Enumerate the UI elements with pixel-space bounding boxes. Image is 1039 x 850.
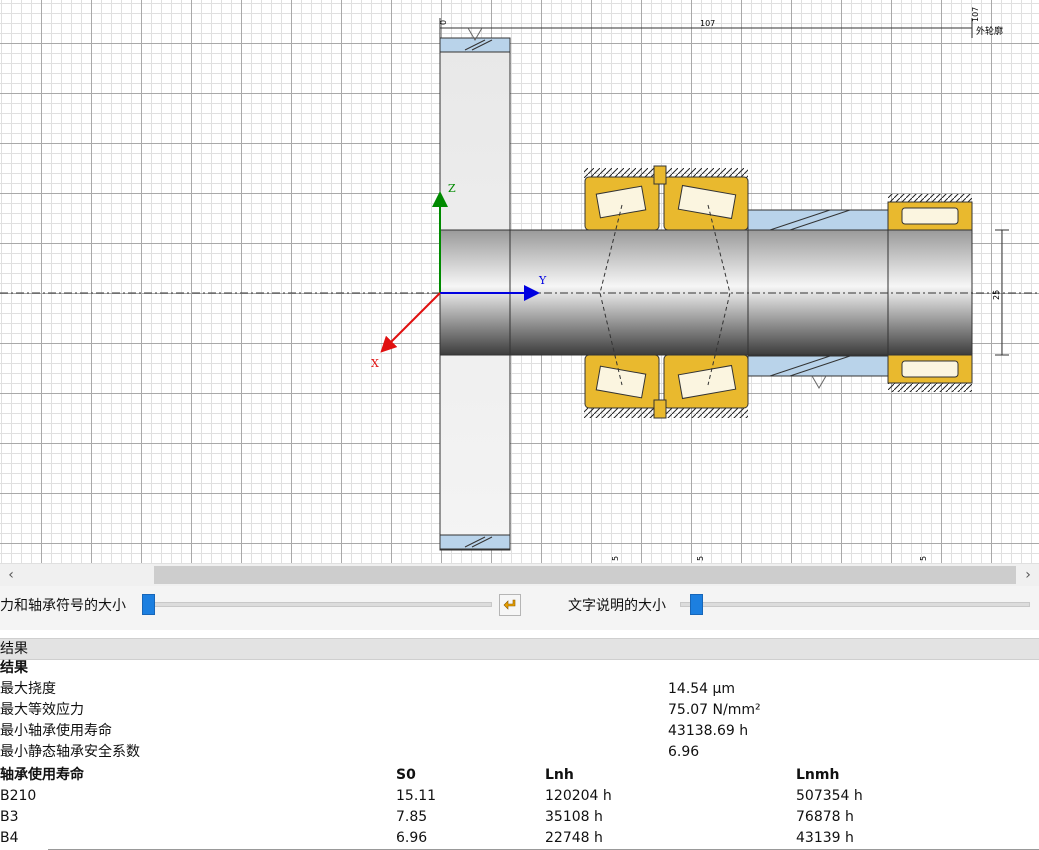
table-cell: B3 — [0, 809, 19, 825]
bottom-mark: 5 — [611, 556, 620, 561]
table-row: B4 6.96 22748 h 43139 h — [0, 828, 1039, 849]
summary-title: 结果 — [0, 660, 28, 676]
life-table-header-cell: Lnmh — [796, 767, 840, 783]
force-symbol-size-knob[interactable] — [142, 594, 155, 615]
life-table-header-cell: S0 — [396, 767, 416, 783]
summary-value: 75.07 N/mm² — [668, 702, 761, 718]
life-table-header-cell: 轴承使用寿命 — [0, 767, 84, 783]
z-axis-label: Z — [448, 182, 456, 195]
table-cell: 120204 h — [545, 788, 612, 804]
table-cell: 6.96 — [396, 830, 428, 846]
scroll-thumb[interactable] — [154, 566, 1016, 584]
dim-right-value-label: 25 — [992, 290, 1001, 300]
shaft-drawing-canvas[interactable]: 0 107 107 外轮廓 25 Z Y X 5 5 5 — [0, 0, 1039, 563]
summary-value: 6.96 — [668, 744, 700, 760]
scroll-left-icon[interactable]: ‹ — [2, 564, 20, 586]
bottom-mark: 5 — [919, 556, 928, 561]
table-cell: B4 — [0, 830, 19, 846]
dim-top-value-label: 107 — [700, 19, 715, 28]
summary-label: 最大等效应力 — [0, 702, 84, 718]
shaft-drawing: 0 107 107 外轮廓 25 Z Y X 5 5 5 — [0, 7, 1039, 561]
table-cell: 43139 h — [796, 830, 854, 846]
life-table-header: 轴承使用寿命 S0 Lnh Lnmh — [0, 765, 1039, 786]
summary-value: 14.54 µm — [668, 681, 736, 697]
text-size-slider[interactable] — [680, 602, 1030, 607]
dim-top-note: 外轮廓 — [976, 25, 1003, 37]
dim-top-left-label: 0 — [439, 20, 448, 25]
scroll-right-icon[interactable]: › — [1019, 564, 1037, 586]
bottom-mark: 5 — [696, 556, 705, 561]
summary-title-row: 结果 — [0, 658, 1039, 679]
force-symbol-size-label: 力和轴承符号的大小 — [0, 598, 126, 614]
table-cell: 22748 h — [545, 830, 603, 846]
summary-row: 最大等效应力 75.07 N/mm² — [0, 700, 1039, 721]
summary-row: 最小轴承使用寿命 43138.69 h — [0, 721, 1039, 742]
table-cell: 15.11 — [396, 788, 437, 804]
arrow-left-icon — [503, 599, 516, 610]
summary-value: 43138.69 h — [668, 723, 749, 739]
table-cell: B210 — [0, 788, 37, 804]
right-dimension: 25 — [992, 229, 1009, 356]
summary-label: 最小静态轴承安全系数 — [0, 744, 140, 760]
size-sliders-bar: 力和轴承符号的大小 文字说明的大小 — [0, 586, 1039, 630]
summary-label: 最大挠度 — [0, 681, 56, 697]
table-cell: 7.85 — [396, 809, 428, 825]
table-row: B210 15.11 120204 h 507354 h — [0, 786, 1039, 807]
force-symbol-size-slider[interactable] — [142, 602, 492, 607]
table-cell: 76878 h — [796, 809, 854, 825]
summary-row: 最大挠度 14.54 µm — [0, 679, 1039, 700]
dim-top-right-label: 107 — [971, 7, 980, 22]
bottom-marks: 5 5 5 — [611, 556, 928, 561]
text-size-label: 文字说明的大小 — [568, 598, 666, 614]
table-cell: 35108 h — [545, 809, 603, 825]
horizontal-scrollbar[interactable]: ‹ › — [0, 563, 1039, 586]
table-row: B3 7.85 35108 h 76878 h — [0, 807, 1039, 828]
life-table-header-cell: Lnh — [545, 767, 574, 783]
reset-button[interactable] — [499, 594, 521, 616]
x-axis-label: X — [371, 357, 379, 370]
summary-label: 最小轴承使用寿命 — [0, 723, 112, 739]
y-axis-label: Y — [538, 274, 547, 287]
summary-row: 最小静态轴承安全系数 6.96 — [0, 742, 1039, 763]
table-cell: 507354 h — [796, 788, 863, 804]
results-section-header[interactable]: 结果 — [0, 638, 1039, 660]
x-axis-arrow — [380, 292, 441, 353]
text-size-knob[interactable] — [690, 594, 703, 615]
top-dimension: 0 107 107 外轮廓 — [439, 7, 1003, 38]
